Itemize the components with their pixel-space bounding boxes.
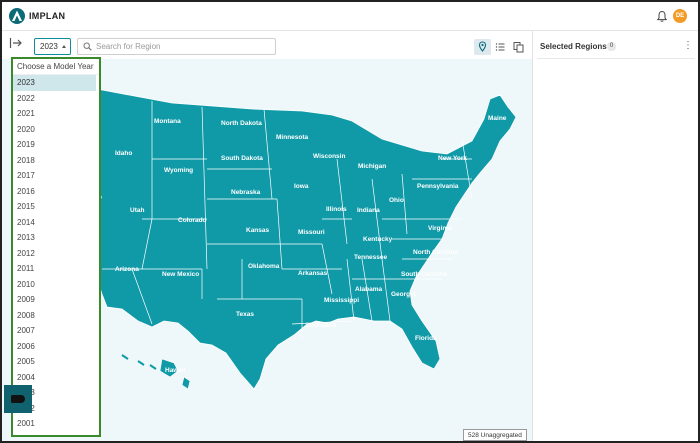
year-option[interactable]: 2012 (13, 246, 99, 262)
chat-icon (11, 395, 25, 403)
implan-logo-icon (9, 8, 25, 24)
state-label: Iowa (294, 183, 309, 190)
state-label: Texas (236, 311, 254, 318)
list-view-button[interactable] (492, 39, 509, 55)
state-label: Louisiana (306, 322, 337, 329)
map-view-button[interactable] (474, 39, 491, 55)
year-option[interactable]: 2017 (13, 168, 99, 184)
state-label: Indiana (357, 207, 380, 214)
top-bar: IMPLAN DE (2, 2, 698, 31)
state-label: New York (438, 155, 467, 162)
dropdown-header: Choose a Model Year (13, 59, 99, 75)
search-input[interactable] (96, 39, 271, 54)
model-year-dropdown[interactable]: Choose a Model Year 2023 2022 2021 2020 2019… (11, 57, 101, 437)
year-option[interactable]: 2019 (13, 137, 99, 153)
state-label: South Dakota (221, 155, 263, 162)
state-label: North Carolina (413, 249, 459, 256)
user-avatar[interactable]: DE (673, 9, 687, 23)
search-icon (83, 42, 92, 53)
state-label: Tennessee (354, 254, 388, 261)
region-search[interactable] (77, 38, 276, 55)
year-option[interactable]: 2020 (13, 122, 99, 138)
state-label: Virginia (428, 225, 452, 232)
view-toggle (474, 39, 526, 55)
bell-icon[interactable] (656, 10, 668, 23)
panel-divider (537, 58, 695, 59)
state-label: Wyoming (164, 167, 193, 174)
state-label: Georgia (391, 291, 416, 298)
year-option[interactable]: 2014 (13, 215, 99, 231)
year-option[interactable]: 2018 (13, 153, 99, 169)
state-label: Utah (130, 207, 144, 214)
year-option[interactable]: 2007 (13, 323, 99, 339)
year-option[interactable]: 2006 (13, 339, 99, 355)
state-label: Illinois (326, 206, 347, 213)
year-option[interactable]: 2023 (13, 75, 96, 91)
state-label: Maine (488, 115, 507, 122)
state-label: Arkansas (298, 270, 328, 277)
year-option[interactable]: 2013 (13, 230, 99, 246)
selected-count-badge: 0 (607, 42, 616, 51)
state-label: Nebraska (231, 189, 261, 196)
year-option[interactable]: 2008 (13, 308, 99, 324)
state-label: Ohio (389, 197, 404, 204)
state-label: Florida (415, 335, 437, 342)
state-label: Colorado (178, 217, 207, 224)
state-label: Arizona (115, 266, 139, 273)
year-option-list: 2023 2022 2021 2020 2019 2018 2017 2016 2015 2014… (13, 75, 99, 432)
state-label: New Mexico (162, 271, 199, 278)
year-option[interactable]: 2001 (13, 416, 99, 432)
state-label: Pennsylvania (417, 183, 459, 190)
model-year-select[interactable]: 2023 (34, 38, 71, 55)
help-widget[interactable] (4, 385, 32, 413)
state-label: Missouri (298, 229, 325, 236)
year-option[interactable]: 2004 (13, 370, 99, 386)
year-option[interactable]: 2009 (13, 292, 99, 308)
state-label: North Dakota (221, 120, 262, 127)
state-label: Minnesota (276, 134, 309, 141)
unaggregated-count-badge: 528 Unaggregated (463, 429, 527, 441)
app-window: IMPLAN DE 2023 Search for Region Montana… (0, 0, 700, 443)
state-label: Alabama (355, 286, 382, 293)
more-options-icon[interactable]: ⋮ (683, 41, 693, 51)
state-label: Michigan (358, 163, 386, 170)
copy-view-button[interactable] (510, 39, 527, 55)
year-option[interactable]: 2021 (13, 106, 99, 122)
state-label: Kentucky (363, 236, 393, 243)
state-label: Idaho (115, 150, 132, 157)
state-label: Montana (154, 118, 181, 125)
state-label: Wisconsin (313, 153, 345, 160)
brand-name: IMPLAN (29, 11, 66, 21)
selected-regions-panel: Selected Regions 0 ⋮ (532, 31, 698, 441)
year-option[interactable]: 2010 (13, 277, 99, 293)
model-year-value: 2023 (40, 42, 58, 51)
state-label: Kansas (246, 227, 270, 234)
caret-up-icon (62, 45, 66, 48)
state-label: Hawaii (165, 367, 186, 374)
year-option[interactable]: 2005 (13, 354, 99, 370)
expand-sidebar-icon[interactable] (9, 37, 23, 49)
state-label: Oklahoma (248, 263, 280, 270)
map-toolbar: 2023 (2, 31, 532, 59)
state-label: Mississippi (324, 297, 359, 304)
year-option[interactable]: 2011 (13, 261, 99, 277)
year-option[interactable]: 2016 (13, 184, 99, 200)
state-label: South Carolina (401, 271, 448, 278)
year-option[interactable]: 2022 (13, 91, 99, 107)
year-option[interactable]: 2015 (13, 199, 99, 215)
panel-title: Selected Regions (540, 42, 607, 51)
